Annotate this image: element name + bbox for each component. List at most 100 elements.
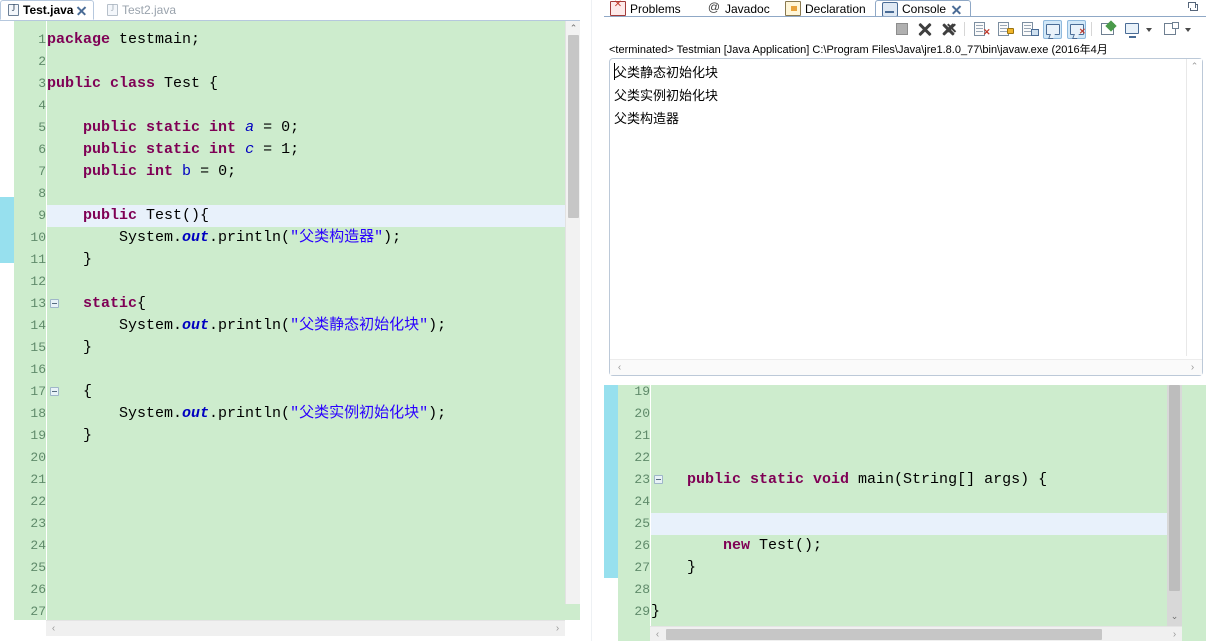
line-number: 7 [38, 164, 46, 179]
console-output-line: 父类静态初始化块 [614, 65, 719, 80]
code-text-area[interactable]: package testmain; public class Test { pub… [47, 21, 580, 620]
editor-tab-test2-java[interactable]: Test2.java [100, 0, 183, 20]
code-token: public static int [83, 141, 237, 158]
scroll-right-arrow[interactable]: › [1185, 360, 1200, 375]
show-console-on-error-button[interactable] [1067, 20, 1086, 39]
console-output-box[interactable]: 父类静态初始化块 父类实例初始化块 父类构造器 ⌃ ‹ › [609, 58, 1203, 376]
code-token: .println( [209, 229, 291, 246]
chevron-down-icon[interactable] [1185, 28, 1191, 32]
terminate-button[interactable] [893, 20, 912, 39]
scroll-up-arrow[interactable]: ⌃ [1187, 59, 1202, 73]
tab-javadoc[interactable]: Javadoc [701, 0, 776, 17]
code-token: } [47, 339, 93, 356]
code-line: public static int c = 1; [47, 139, 580, 161]
code-token: { [47, 383, 93, 400]
console-panel: Problems Javadoc Declaration Console [604, 0, 1206, 381]
scroll-lock-button[interactable] [995, 20, 1014, 39]
line-number: 21 [30, 472, 46, 487]
pin-console-button[interactable] [1098, 20, 1117, 39]
java-file-icon [107, 3, 118, 16]
remove-launch-button[interactable] [916, 20, 935, 39]
code-token: b [182, 163, 192, 180]
show-console-on-output-button[interactable] [1043, 20, 1062, 39]
line-number: 17 [30, 384, 46, 399]
code-token: Test { [155, 75, 219, 92]
line-number: 3 [38, 76, 46, 91]
line-number: 2 [38, 54, 46, 69]
tab-problems[interactable]: Problems [604, 0, 687, 17]
close-icon[interactable] [77, 6, 86, 15]
left-editor-horizontal-scrollbar[interactable]: ‹ › [46, 620, 565, 636]
code-token: } [651, 603, 661, 620]
code-token: public [83, 207, 138, 224]
editor-tab-label: Test.java [23, 3, 74, 17]
word-wrap-button[interactable] [1019, 20, 1039, 39]
eclipse-window: Test.java Test2.java 1234567891011121314… [0, 0, 1206, 641]
code-line: public Test(){ [47, 205, 580, 227]
code-token: out [182, 405, 210, 422]
console-output-text[interactable]: 父类静态初始化块 父类实例初始化块 父类构造器 [614, 61, 1184, 130]
close-icon[interactable] [952, 5, 961, 14]
new-console-icon [1164, 22, 1179, 35]
code-token: .println( [209, 405, 291, 422]
code-line: package testmain; [47, 29, 580, 51]
clear-console-button[interactable] [971, 20, 991, 39]
restore-icon[interactable] [1188, 2, 1200, 13]
scroll-right-arrow[interactable]: › [1167, 627, 1182, 641]
code-token: Test(); [750, 537, 823, 554]
scroll-left-arrow[interactable]: ‹ [612, 360, 627, 375]
console-horizontal-scrollbar[interactable]: ‹ › [610, 359, 1202, 375]
code-token: main(String[] args) { [849, 471, 1048, 488]
right-code-editor[interactable]: 19 20 21 22 23 24 25 26 27 28 29 public static voi… [604, 385, 1206, 641]
editor-tab-test-java[interactable]: Test.java [0, 0, 95, 20]
vertical-splitter[interactable] [580, 0, 604, 641]
scroll-down-arrow[interactable]: ⌄ [1167, 609, 1182, 623]
console-output-line: 父类构造器 [614, 111, 680, 126]
code-token: System. [47, 317, 183, 334]
console-vertical-scrollbar[interactable]: ⌃ [1186, 59, 1202, 356]
tab-declaration[interactable]: Declaration [779, 0, 872, 17]
word-wrap-icon [1022, 22, 1039, 36]
scrollbar-thumb[interactable] [1169, 385, 1180, 591]
line-number: 28 [634, 582, 650, 597]
display-selected-console-button[interactable] [1123, 20, 1142, 39]
code-text-area[interactable]: public static void main(String[] args) {… [651, 385, 1206, 641]
line-number: 20 [634, 406, 650, 421]
console-tab-bar: Problems Javadoc Declaration Console [604, 0, 1206, 17]
line-number-gutter: 19 20 21 22 23 24 25 26 27 28 29 [618, 385, 663, 641]
right-editor-vertical-scrollbar[interactable]: ⌄ [1167, 385, 1182, 626]
annotation-ruler[interactable] [604, 385, 618, 641]
code-token: System. [47, 229, 183, 246]
right-editor-horizontal-scrollbar[interactable]: ‹ › [650, 626, 1182, 641]
chevron-down-icon[interactable] [1146, 28, 1152, 32]
x-icon [918, 22, 932, 36]
code-token: = 0; [254, 119, 300, 136]
scrollbar-thumb[interactable] [568, 35, 579, 218]
remove-all-terminated-button[interactable] [940, 20, 959, 39]
code-line: new Test(); [651, 535, 1206, 557]
open-console-button[interactable] [1161, 20, 1180, 39]
left-editor-vertical-scrollbar[interactable]: ⌃ [565, 21, 581, 604]
code-token: new [723, 537, 751, 554]
annotation-ruler[interactable] [0, 21, 14, 620]
left-code-editor[interactable]: 1 2 3 4 5 6 7 8 9 10 11 12 13 14 15 16 17 18 19 20 21 22 23 24 2… [0, 21, 580, 620]
scrollbar-thumb[interactable] [666, 629, 1102, 640]
code-line: System.out.println("父类实例初始化块"); [47, 403, 580, 425]
scroll-up-arrow[interactable]: ⌃ [566, 21, 581, 35]
scroll-right-arrow[interactable]: › [550, 621, 565, 636]
line-number: 25 [634, 516, 650, 531]
line-number: 6 [38, 142, 46, 157]
scroll-left-arrow[interactable]: ‹ [46, 621, 61, 636]
tab-console[interactable]: Console [875, 0, 971, 17]
scroll-left-arrow[interactable]: ‹ [650, 627, 665, 641]
line-number: 5 [38, 120, 46, 135]
